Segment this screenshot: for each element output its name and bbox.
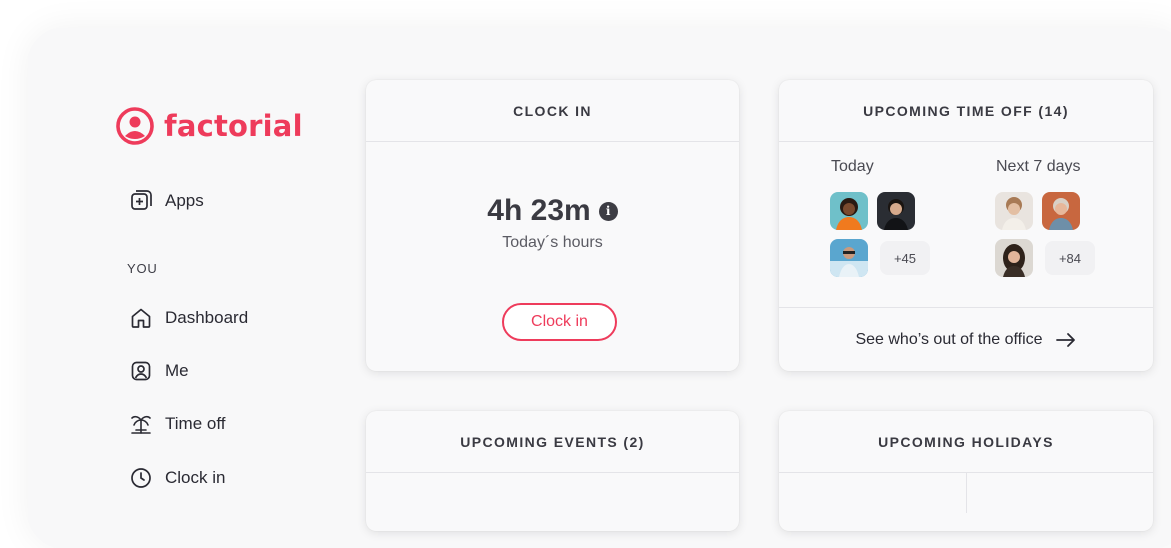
link-label: See who’s out of the office <box>855 330 1043 348</box>
avatar-image <box>1042 192 1080 230</box>
info-icon[interactable]: i <box>598 202 618 221</box>
sidebar-item-label: Me <box>165 361 189 380</box>
avatar-image <box>995 239 1033 277</box>
see-who-is-out-link[interactable]: See who’s out of the office <box>779 307 1153 371</box>
avatar[interactable] <box>1042 192 1080 230</box>
clock-icon <box>131 468 151 488</box>
sidebar-section-label: YOU <box>127 261 158 276</box>
factorial-logo[interactable]: factorial <box>115 106 303 146</box>
user-icon <box>131 361 151 381</box>
card-title: UPCOMING EVENTS (2) <box>366 411 739 473</box>
card-title: UPCOMING TIME OFF (14) <box>779 80 1153 142</box>
sidebar-item-label: Clock in <box>165 468 226 487</box>
next-days-label: Next 7 days <box>996 158 1081 175</box>
avatar[interactable] <box>995 239 1033 277</box>
arrow-right-icon <box>1055 332 1075 347</box>
factorial-logo-icon <box>116 107 154 145</box>
sidebar-item-dashboard[interactable]: Dashboard <box>129 306 248 330</box>
sidebar-item-label: Time off <box>165 414 226 433</box>
today-label: Today <box>831 158 874 175</box>
apps-icon <box>131 190 152 210</box>
avatar[interactable] <box>830 192 868 230</box>
upcoming-events-card: UPCOMING EVENTS (2) <box>366 411 739 531</box>
sidebar-item-clock-in[interactable]: Clock in <box>129 466 225 490</box>
sidebar-item-label: Apps <box>165 191 204 210</box>
sidebar-item-label: Dashboard <box>165 308 249 327</box>
avatar-image <box>830 192 868 230</box>
hours-value: 4h 23m <box>487 194 591 227</box>
avatar[interactable] <box>830 239 868 277</box>
card-title: CLOCK IN <box>366 80 739 142</box>
clock-in-card: CLOCK IN 4h 23m i Today´s hours Clock in <box>366 80 739 371</box>
avatar[interactable] <box>877 192 915 230</box>
column-divider <box>966 473 967 513</box>
avatar-image <box>830 239 868 277</box>
hours-subtitle: Today´s hours <box>502 234 603 251</box>
avatar-image <box>995 192 1033 230</box>
more-count-badge[interactable]: +45 <box>880 241 930 275</box>
more-count-badge[interactable]: +84 <box>1045 241 1095 275</box>
upcoming-holidays-card: UPCOMING HOLIDAYS <box>779 411 1153 531</box>
sidebar-item-time-off[interactable]: Time off <box>129 412 225 436</box>
todays-hours: 4h 23m i <box>366 194 739 228</box>
home-icon <box>131 308 151 328</box>
avatar[interactable] <box>995 192 1033 230</box>
logo-text: factorial <box>164 109 303 143</box>
avatar-image <box>877 192 915 230</box>
card-title: UPCOMING HOLIDAYS <box>779 411 1153 473</box>
time-off-card: UPCOMING TIME OFF (14) Today Next 7 days… <box>779 80 1153 371</box>
palm-tree-icon <box>131 415 151 434</box>
sidebar-item-me[interactable]: Me <box>129 359 189 383</box>
clock-in-button[interactable]: Clock in <box>502 303 617 341</box>
sidebar-item-apps[interactable]: Apps <box>129 189 204 213</box>
